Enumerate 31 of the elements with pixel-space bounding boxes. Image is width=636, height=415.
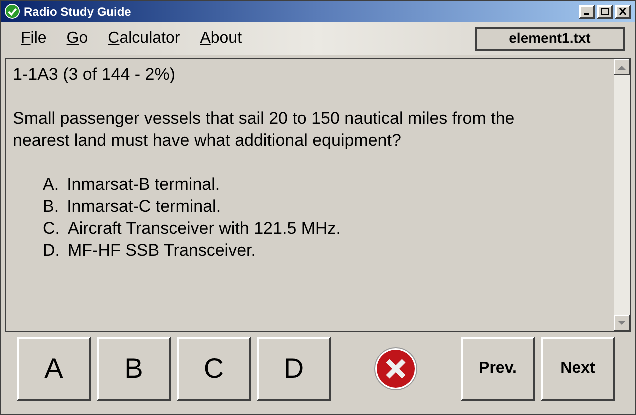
window-title: Radio Study Guide xyxy=(24,4,132,20)
menu-item[interactable]: Calculator xyxy=(108,26,180,50)
maximize-button[interactable] xyxy=(597,4,613,18)
minimize-button[interactable] xyxy=(579,4,595,18)
checkmark-icon xyxy=(5,4,20,19)
maximize-icon xyxy=(601,8,609,15)
menu-item[interactable]: Go xyxy=(66,26,88,50)
answer-letter: D. xyxy=(43,240,60,262)
close-button[interactable] xyxy=(615,4,631,18)
answer-text: Inmarsat-C terminal. xyxy=(67,196,222,218)
answer-button[interactable]: D xyxy=(257,337,331,401)
answer-text: Aircraft Transceiver with 121.5 MHz. xyxy=(68,218,342,240)
error-icon xyxy=(374,347,418,391)
answer-button[interactable]: A xyxy=(17,337,91,401)
answer-letter: C. xyxy=(43,218,60,240)
menu-item[interactable]: About xyxy=(200,26,242,50)
previous-button[interactable]: Prev. xyxy=(461,337,535,401)
question-text: Small passenger vessels that sail 20 to 150 nautical miles from the nearest land must have what additional equipment? xyxy=(13,108,516,152)
scroll-up-icon[interactable] xyxy=(614,59,630,75)
next-button[interactable]: Next xyxy=(541,337,615,401)
question-header: 1-1A3 (3 of 144 - 2%) xyxy=(13,64,177,86)
answer-button[interactable]: B xyxy=(97,337,171,401)
answer-letter: A. xyxy=(43,174,60,196)
answer-text: Inmarsat-B terminal. xyxy=(67,174,220,196)
answer-button[interactable]: C xyxy=(177,337,251,401)
scroll-down-icon[interactable] xyxy=(614,315,630,331)
menu-item[interactable]: File xyxy=(21,26,47,50)
close-icon xyxy=(619,8,627,15)
file-label: element1.txt xyxy=(475,26,625,50)
answer-text: MF-HF SSB Transceiver. xyxy=(68,240,256,262)
answer-letter: B. xyxy=(43,196,60,218)
